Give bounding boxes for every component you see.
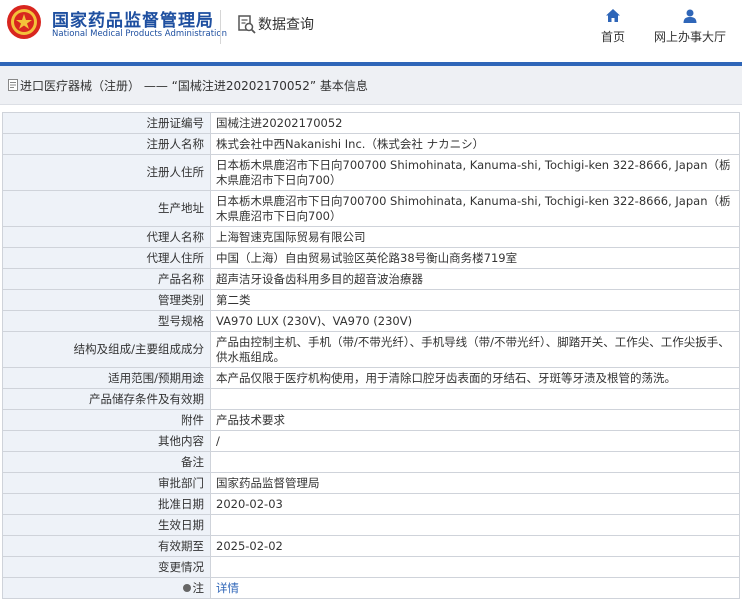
- record-title: 进口医疗器械（注册） —— “国械注进20202170052” 基本信息: [20, 79, 368, 93]
- row-label: 附件: [2, 409, 211, 431]
- row-label: 注册人名称: [2, 133, 211, 155]
- note-label: 注: [192, 580, 205, 595]
- details-link[interactable]: 详情: [216, 581, 239, 595]
- row-value: 第二类: [210, 289, 740, 311]
- row-label: 生产地址: [2, 190, 211, 227]
- table-row: 管理类别 第二类: [2, 289, 740, 311]
- nav-home-label: 首页: [600, 30, 625, 44]
- row-value: 国械注进20202170052: [210, 112, 740, 134]
- row-label: 代理人住所: [2, 247, 211, 269]
- brand-name-cn: 国家药品监督管理局: [52, 11, 214, 31]
- row-label: 型号规格: [2, 310, 211, 332]
- row-label: 审批部门: [2, 472, 211, 494]
- table-row: 结构及组成/主要组成成分 产品由控制主机、手机（带/不带光纤）、手机导线（带/不带…: [2, 331, 740, 368]
- note-row: 注 详情: [2, 577, 740, 599]
- row-value: 日本栃木県鹿沼市下日向700700 Shimohinata, Kanuma-sh…: [210, 190, 740, 227]
- table-row: 批准日期 2020-02-03: [2, 493, 740, 515]
- table-row: 有效期至 2025-02-02: [2, 535, 740, 557]
- user-icon: [683, 9, 697, 23]
- row-label: 批准日期: [2, 493, 211, 515]
- row-label: 有效期至: [2, 535, 211, 557]
- row-value: /: [210, 430, 740, 452]
- table-row: 其他内容 /: [2, 430, 740, 452]
- row-label: 其他内容: [2, 430, 211, 452]
- row-value: 本产品仅限于医疗机构使用，用于清除口腔牙齿表面的牙结石、牙斑等牙渍及根管的荡洗。: [210, 367, 740, 389]
- row-label: 注册证编号: [2, 112, 211, 134]
- row-value: 超声洁牙设备齿科用多目的超音波治療器: [210, 268, 740, 290]
- row-label: 生效日期: [2, 514, 211, 536]
- row-value: 国家药品监督管理局: [210, 472, 740, 494]
- row-label: 变更情况: [2, 556, 211, 578]
- row-value: 产品技术要求: [210, 409, 740, 431]
- row-value: 产品由控制主机、手机（带/不带光纤）、手机导线（带/不带光纤）、脚踏开关、工作尖…: [210, 331, 740, 368]
- row-label: 代理人名称: [2, 226, 211, 248]
- note-value-cell: 详情: [210, 577, 740, 599]
- home-icon: [606, 9, 620, 22]
- table-row: 产品名称 超声洁牙设备齿科用多目的超音波治療器: [2, 268, 740, 290]
- row-label: 产品名称: [2, 268, 211, 290]
- table-row: 备注: [2, 451, 740, 473]
- table-row: 附件 产品技术要求: [2, 409, 740, 431]
- table-row: 代理人住所 中国（上海）自由贸易试验区英伦路38号衡山商务楼719室: [2, 247, 740, 269]
- document-icon: [8, 79, 18, 91]
- row-label: 适用范围/预期用途: [2, 367, 211, 389]
- table-row: 代理人名称 上海智速克国际贸易有限公司: [2, 226, 740, 248]
- nav-online-hall[interactable]: 网上办事大厅: [645, 8, 735, 45]
- row-value: 中国（上海）自由贸易试验区英伦路38号衡山商务楼719室: [210, 247, 740, 269]
- nav-online-hall-label: 网上办事大厅: [653, 30, 726, 44]
- row-label: 结构及组成/主要组成成分: [2, 331, 211, 368]
- table-row: 生效日期: [2, 514, 740, 536]
- row-label: 产品储存条件及有效期: [2, 388, 211, 410]
- device-info-table: 注册证编号 国械注进20202170052 注册人名称 株式会社中西Nakanish…: [2, 112, 740, 599]
- table-row: 注册证编号 国械注进20202170052: [2, 112, 740, 134]
- row-value: VA970 LUX (230V)、VA970 (230V): [210, 310, 740, 332]
- nmpa-emblem-icon: [7, 5, 41, 39]
- table-row: 适用范围/预期用途 本产品仅限于医疗机构使用，用于清除口腔牙齿表面的牙结石、牙斑等…: [2, 367, 740, 389]
- table-row: 产品储存条件及有效期: [2, 388, 740, 410]
- table-row: 变更情况: [2, 556, 740, 578]
- table-row: 注册人住所 日本栃木県鹿沼市下日向700700 Shimohinata, Kanu…: [2, 154, 740, 191]
- row-value: [210, 451, 740, 473]
- table-row: 型号规格 VA970 LUX (230V)、VA970 (230V): [2, 310, 740, 332]
- row-label: 注册人住所: [2, 154, 211, 191]
- note-bullet-icon: [182, 584, 191, 592]
- row-value: 2020-02-03: [210, 493, 740, 515]
- row-value: [210, 388, 740, 410]
- row-value: [210, 514, 740, 536]
- row-value: 上海智速克国际贸易有限公司: [210, 226, 740, 248]
- row-label: 备注: [2, 451, 211, 473]
- site-header: 国家药品监督管理局 National Medical Products Admi…: [0, 0, 742, 62]
- row-value: 日本栃木県鹿沼市下日向700700 Shimohinata, Kanuma-sh…: [210, 154, 740, 191]
- row-value: 2025-02-02: [210, 535, 740, 557]
- data-query-icon: [238, 15, 256, 34]
- table-row: 审批部门 国家药品监督管理局: [2, 472, 740, 494]
- brand-name-en: National Medical Products Administration: [52, 29, 227, 39]
- row-value: [210, 556, 740, 578]
- table-row: 生产地址 日本栃木県鹿沼市下日向700700 Shimohinata, Kanum…: [2, 190, 740, 227]
- row-value: 株式会社中西Nakanishi Inc.（株式会社 ナカニシ）: [210, 133, 740, 155]
- row-label: 管理类别: [2, 289, 211, 311]
- note-label-cell: 注: [2, 577, 211, 599]
- header-divider: [220, 10, 221, 44]
- table-row: 注册人名称 株式会社中西Nakanishi Inc.（株式会社 ナカニシ）: [2, 133, 740, 155]
- data-query-title: 数据查询: [258, 17, 314, 33]
- record-title-bar: 进口医疗器械（注册） —— “国械注进20202170052” 基本信息: [0, 66, 742, 105]
